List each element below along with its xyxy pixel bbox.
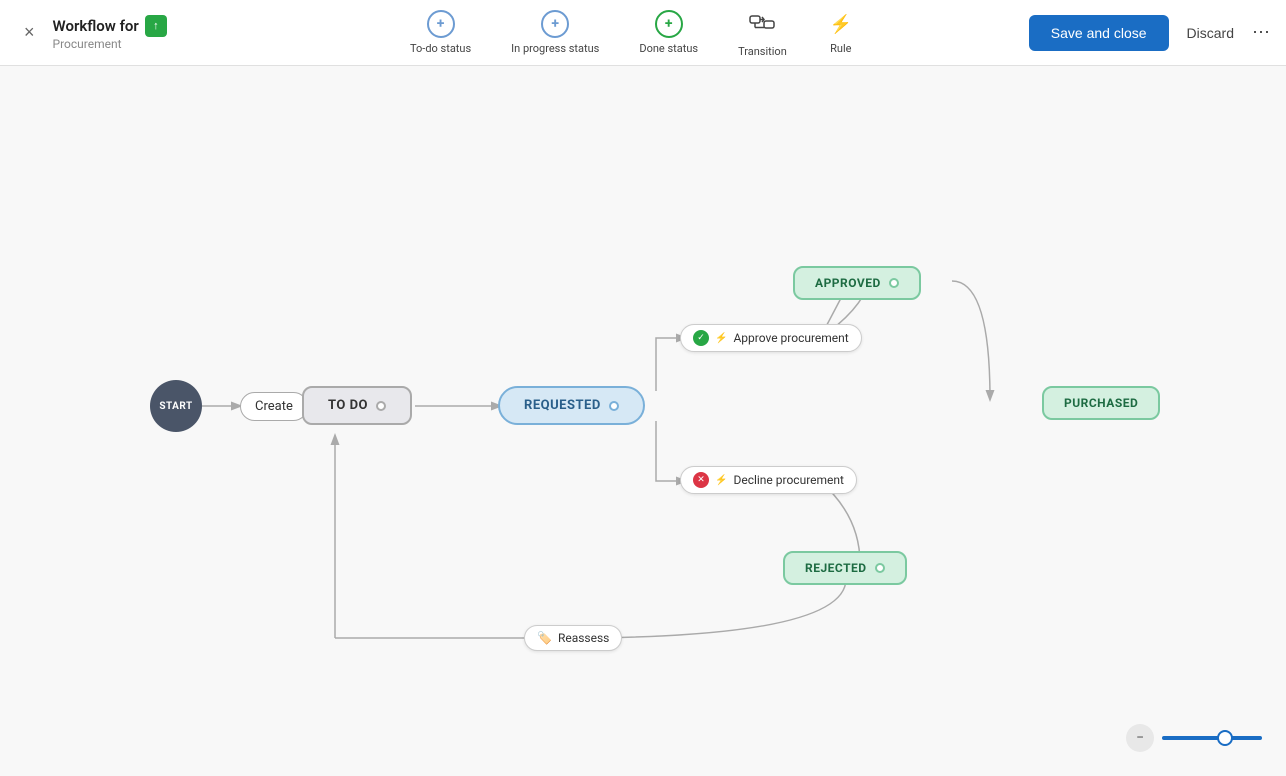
approve-transition[interactable]: ✓ ⚡ Approve procurement: [680, 324, 862, 352]
zoom-out-button[interactable]: −: [1126, 724, 1154, 752]
approve-status-dot: ✓: [693, 330, 709, 346]
rejected-node[interactable]: REJECTED: [783, 551, 907, 585]
approve-label: Approve procurement: [733, 331, 848, 345]
header: × Workflow for ↑ Procurement + To-do sta…: [0, 0, 1286, 66]
requested-dot: [609, 401, 619, 411]
close-button[interactable]: ×: [16, 18, 43, 47]
rejected-dot: [875, 563, 885, 573]
rule-icon: ⚡: [827, 10, 855, 38]
create-node[interactable]: Create: [240, 392, 308, 421]
save-close-button[interactable]: Save and close: [1029, 15, 1169, 51]
toolbar: + To-do status + In progress status + Do…: [236, 8, 1029, 58]
header-right: Save and close Discard ⋯: [1029, 15, 1270, 51]
zoom-slider-track[interactable]: [1162, 736, 1262, 740]
transition-icon: [748, 8, 776, 41]
done-status-icon: +: [655, 10, 683, 38]
requested-node[interactable]: REQUESTED: [498, 386, 645, 425]
workflow-subtitle: Procurement: [53, 37, 167, 51]
decline-status-dot: ✕: [693, 472, 709, 488]
todo-status-icon: +: [427, 10, 455, 38]
transition-label: Transition: [738, 45, 787, 58]
zoom-slider-thumb[interactable]: [1217, 730, 1233, 746]
upload-icon: ↑: [145, 15, 167, 37]
header-left: × Workflow for ↑ Procurement: [16, 15, 236, 51]
decline-lightning-icon: ⚡: [715, 475, 727, 486]
todo-node[interactable]: TO DO: [302, 386, 412, 425]
workflow-title: Workflow for ↑ Procurement: [53, 15, 167, 51]
toolbar-todo-status[interactable]: + To-do status: [410, 10, 471, 55]
discard-button[interactable]: Discard: [1179, 15, 1242, 51]
reassess-icon: 🏷️: [537, 631, 552, 645]
inprogress-status-icon: +: [541, 10, 569, 38]
approve-lightning-icon: ⚡: [715, 333, 727, 344]
rule-label: Rule: [830, 42, 851, 55]
toolbar-transition[interactable]: Transition: [738, 8, 787, 58]
todo-dot: [376, 401, 386, 411]
decline-transition[interactable]: ✕ ⚡ Decline procurement: [680, 466, 857, 494]
reassess-transition[interactable]: 🏷️ Reassess: [524, 625, 622, 651]
workflow-name-text: Workflow for: [53, 17, 139, 35]
toolbar-done-status[interactable]: + Done status: [639, 10, 698, 55]
toolbar-inprogress-status[interactable]: + In progress status: [511, 10, 599, 55]
approved-node[interactable]: APPROVED: [793, 266, 921, 300]
zoom-control: −: [1126, 724, 1262, 752]
workflow-name: Workflow for ↑: [53, 15, 167, 37]
reassess-label: Reassess: [558, 631, 609, 645]
done-status-label: Done status: [639, 42, 698, 55]
decline-label: Decline procurement: [733, 473, 844, 487]
more-options-button[interactable]: ⋯: [1252, 22, 1270, 43]
start-node[interactable]: START: [150, 380, 202, 432]
toolbar-rule[interactable]: ⚡ Rule: [827, 10, 855, 55]
todo-status-label: To-do status: [410, 42, 471, 55]
inprogress-status-label: In progress status: [511, 42, 599, 55]
purchased-node[interactable]: PURCHASED: [1042, 386, 1160, 420]
approved-dot: [889, 278, 899, 288]
workflow-canvas: START Create TO DO REQUESTED APPROVED RE…: [0, 66, 1286, 776]
